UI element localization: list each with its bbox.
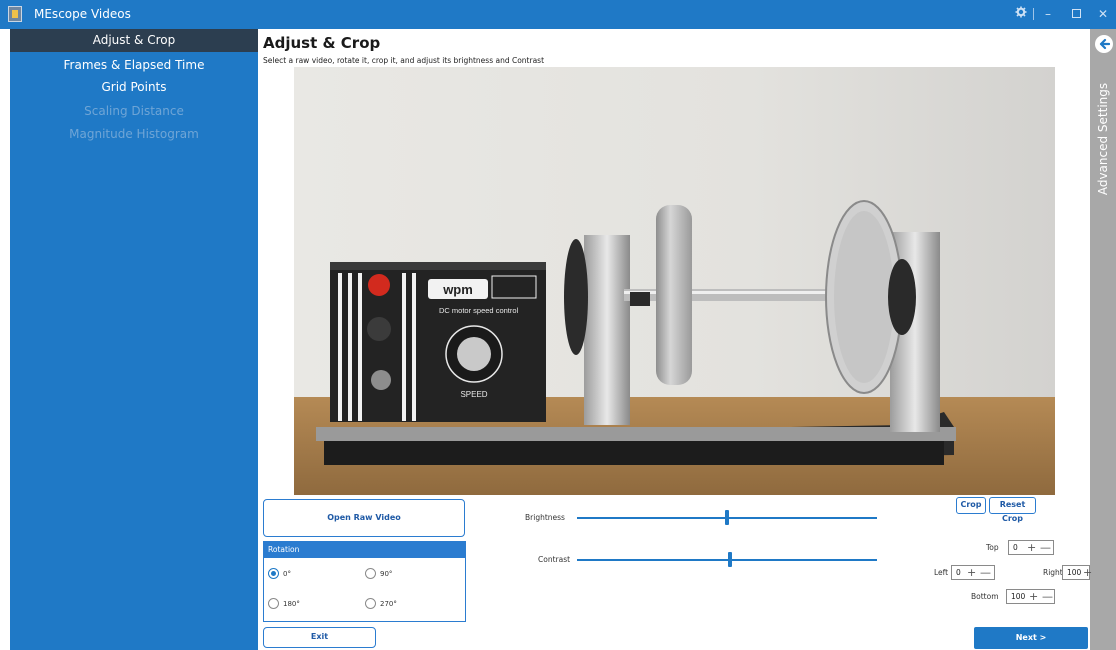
crop-left-value: 0 <box>956 568 961 577</box>
titlebar-separator <box>1033 8 1034 20</box>
contrast-label: Contrast <box>538 555 571 564</box>
crop-top-value: 0 <box>1013 543 1018 552</box>
rotation-270-radio[interactable] <box>365 598 376 609</box>
minimize-icon[interactable]: – <box>1037 4 1059 24</box>
brightness-label: Brightness <box>525 513 565 522</box>
controller-caption: DC motor speed control <box>439 306 519 315</box>
next-button[interactable]: Next > <box>974 627 1088 649</box>
sidebar-item-magnitude-histogram: Magnitude Histogram <box>69 127 199 141</box>
exit-button[interactable]: Exit <box>263 627 376 648</box>
crop-bottom-field[interactable]: 100 + — <box>1006 589 1055 604</box>
advanced-settings-tab[interactable]: Advanced Settings <box>1093 69 1113 209</box>
page-subtitle: Select a raw video, rotate it, crop it, … <box>263 56 545 65</box>
reset-crop-button[interactable]: Reset Crop <box>989 497 1036 523</box>
rotation-180-radio[interactable] <box>268 598 279 609</box>
sidebar-item-grid-points[interactable]: Grid Points <box>10 76 258 99</box>
crop-bottom-decrement[interactable]: — <box>1042 590 1053 603</box>
left-gutter <box>0 29 10 650</box>
crop-top-decrement[interactable]: — <box>1040 541 1051 554</box>
rotation-90-label: 90° <box>380 570 393 578</box>
close-icon[interactable]: ✕ <box>1092 4 1114 24</box>
video-preview[interactable]: wpm DC motor speed control SPEED <box>294 67 1055 495</box>
maximize-icon[interactable] <box>1065 4 1087 24</box>
crop-right-label: Right <box>1043 568 1063 577</box>
crop-bottom-value: 100 <box>1011 592 1026 601</box>
crop-button[interactable]: Crop <box>956 497 986 514</box>
advanced-settings-panel[interactable]: Advanced Settings <box>1090 29 1116 650</box>
contrast-slider[interactable] <box>577 559 877 561</box>
speed-label: SPEED <box>460 390 487 399</box>
rotation-title: Rotation <box>264 542 465 558</box>
crop-right-increment[interactable]: + <box>1083 566 1092 579</box>
back-arrow-icon[interactable] <box>1095 35 1113 53</box>
sidebar-item-scaling-distance: Scaling Distance <box>84 104 184 118</box>
title-bar: MEscope Videos – ✕ <box>0 0 1116 29</box>
contrast-slider-thumb[interactable] <box>728 552 732 567</box>
crop-top-increment[interactable]: + <box>1027 541 1036 554</box>
crop-left-decrement[interactable]: — <box>980 566 991 579</box>
crop-left-field[interactable]: 0 + — <box>951 565 995 580</box>
crop-right-field[interactable]: 100 + <box>1062 565 1092 580</box>
rotation-panel: Rotation 0° 90° 180° 270° <box>263 541 466 622</box>
advanced-settings-label: Advanced Settings <box>1096 82 1110 196</box>
crop-left-increment[interactable]: + <box>967 566 976 579</box>
app-icon <box>8 6 22 22</box>
rotation-270-label: 270° <box>380 600 397 608</box>
crop-top-label: Top <box>986 543 999 552</box>
brightness-slider-thumb[interactable] <box>725 510 729 525</box>
crop-right-value: 100 <box>1067 568 1082 577</box>
crop-top-field[interactable]: 0 + — <box>1008 540 1054 555</box>
page-title: Adjust & Crop <box>263 34 381 52</box>
gear-icon[interactable] <box>1010 4 1032 24</box>
video-frame-image: wpm DC motor speed control SPEED <box>294 67 1055 495</box>
rotation-90-radio[interactable] <box>365 568 376 579</box>
rotation-0-label: 0° <box>283 570 291 578</box>
wpm-logo-text: wpm <box>442 282 473 297</box>
crop-left-label: Left <box>934 568 949 577</box>
sidebar-item-adjust-crop[interactable]: Adjust & Crop <box>10 29 258 52</box>
crop-bottom-increment[interactable]: + <box>1029 590 1038 603</box>
window-title: MEscope Videos <box>34 7 131 21</box>
sidebar-item-frames-elapsed-time[interactable]: Frames & Elapsed Time <box>10 54 258 77</box>
crop-bottom-label: Bottom <box>971 592 999 601</box>
open-raw-video-button[interactable]: Open Raw Video <box>263 499 465 537</box>
sidebar: Adjust & Crop Frames & Elapsed Time Grid… <box>10 29 258 650</box>
rotation-180-label: 180° <box>283 600 300 608</box>
rotation-0-radio[interactable] <box>268 568 279 579</box>
app-window: MEscope Videos – ✕ Adjust & Crop Frames … <box>0 0 1116 650</box>
